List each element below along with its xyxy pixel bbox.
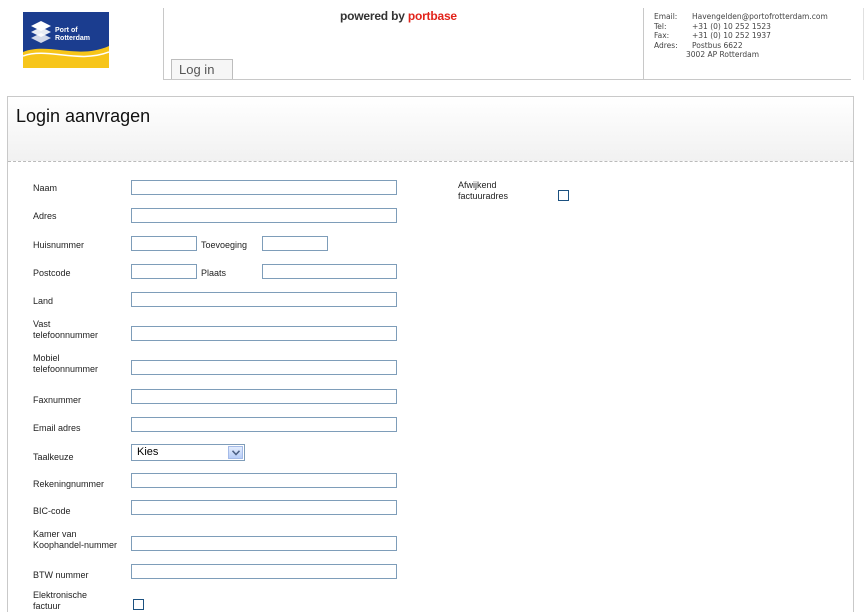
tel-value: +31 (0) 10 252 1523 — [692, 21, 771, 31]
portbase-brand: portbase — [407, 9, 457, 23]
header: Port of Rotterdam powered by portbase Lo… — [0, 0, 864, 80]
powered-by-portbase[interactable]: powered by portbase — [340, 9, 457, 23]
adres-input[interactable] — [131, 208, 397, 223]
vast-telefoon-input[interactable] — [131, 326, 397, 341]
kvk-label: Kamer van Koophandel-nummer — [33, 529, 118, 550]
bic-code-label: BIC-code — [33, 506, 71, 516]
logo-line-2: Rotterdam — [55, 35, 90, 42]
rekeningnummer-input[interactable] — [131, 473, 397, 488]
header-bottom-line — [163, 79, 851, 80]
postcode-label: Postcode — [33, 268, 71, 278]
fax-value: +31 (0) 10 252 1937 — [692, 31, 771, 40]
land-label: Land — [33, 296, 54, 306]
elektronische-factuur-checkbox[interactable] — [133, 599, 144, 610]
vast-telefoon-label: Vast telefoonnummer — [33, 319, 99, 340]
chevron-down-icon[interactable] — [228, 446, 243, 459]
email-label: Email: — [654, 12, 678, 21]
toevoeging-input[interactable] — [262, 236, 328, 251]
toevoeging-label: Toevoeging — [201, 240, 248, 250]
page-title: Login aanvragen — [16, 106, 151, 126]
bic-code-input[interactable] — [131, 500, 397, 515]
address-label: Adres: — [654, 40, 678, 50]
tel-label: Tel: — [654, 21, 667, 31]
huisnummer-label: Huisnummer — [33, 240, 85, 250]
elektronische-factuur-label: Elektronische factuur — [33, 590, 88, 611]
divider — [8, 161, 853, 162]
plaats-input[interactable] — [262, 264, 397, 279]
postcode-input[interactable] — [131, 264, 197, 279]
huisnummer-input[interactable] — [131, 236, 197, 251]
port-of-rotterdam-logo[interactable]: Port of Rotterdam — [22, 12, 110, 68]
adres-label: Adres — [33, 211, 57, 221]
kvk-input[interactable] — [131, 536, 397, 551]
panel-header: Login aanvragen — [8, 97, 853, 161]
taalkeuze-select[interactable]: Kies — [131, 444, 245, 461]
email-adres-input[interactable] — [131, 417, 397, 432]
land-input[interactable] — [131, 292, 397, 307]
powered-prefix: powered by — [340, 9, 408, 23]
logo-line-1: Port of — [55, 27, 78, 34]
taalkeuze-selected-value: Kies — [137, 446, 159, 458]
email-adres-label: Email adres — [33, 423, 81, 433]
mobiel-telefoon-label: Mobiel telefoonnummer — [33, 353, 99, 374]
plaats-label: Plaats — [201, 268, 227, 278]
header-divider — [163, 8, 164, 79]
faxnummer-input[interactable] — [131, 389, 397, 404]
address-line-1: Postbus 6622 — [692, 40, 743, 50]
email-value[interactable]: Havengelden@portofrotterdam.com — [692, 12, 828, 22]
contact-info: Email: Havengelden@portofrotterdam.com Te… — [654, 12, 828, 60]
header-divider — [643, 8, 644, 79]
afwijkend-factuuradres-checkbox[interactable] — [558, 190, 569, 201]
btw-nummer-input[interactable] — [131, 564, 397, 579]
afwijkend-factuuradres-label: Afwijkend factuuradres — [458, 180, 509, 201]
taalkeuze-label: Taalkeuze — [33, 452, 74, 462]
fax-label: Fax: — [654, 31, 670, 40]
rekeningnummer-label: Rekeningnummer — [33, 479, 105, 489]
address-line-2: 3002 AP Rotterdam — [686, 50, 760, 59]
mobiel-telefoon-input[interactable] — [131, 360, 397, 375]
btw-nummer-label: BTW nummer — [33, 570, 89, 580]
login-request-panel: Login aanvragen — [7, 96, 854, 612]
faxnummer-label: Faxnummer — [33, 395, 82, 405]
naam-label: Naam — [33, 183, 58, 193]
login-tab[interactable]: Log in — [171, 59, 233, 79]
naam-input[interactable] — [131, 180, 397, 195]
